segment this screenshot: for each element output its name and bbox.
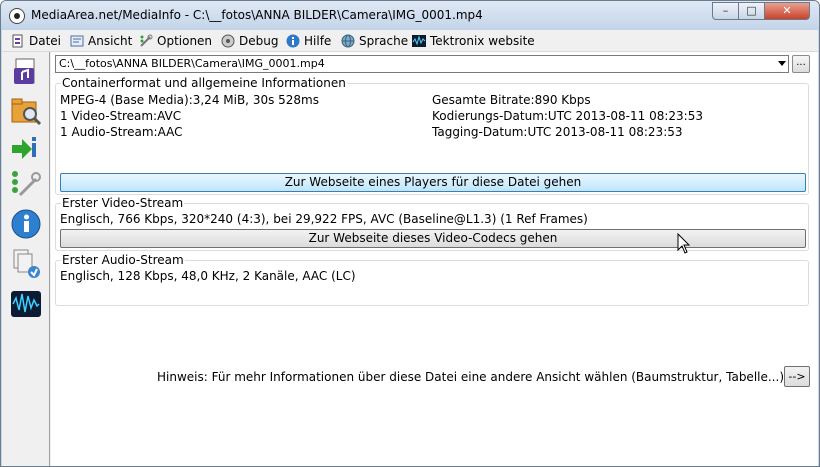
general-info-group: Containerformat und allgemeine Informati… bbox=[55, 76, 809, 195]
info-arrow-icon bbox=[12, 137, 36, 159]
menu-datei[interactable]: Datei bbox=[11, 33, 61, 49]
about-button[interactable] bbox=[10, 208, 42, 240]
video-stream-group: Erster Video-Stream Englisch, 766 Kbps, … bbox=[55, 196, 809, 251]
open-folder-icon bbox=[11, 98, 42, 126]
file-path-value: C:\__fotos\ANNA BILDER\Camera\IMG_0001.m… bbox=[59, 57, 325, 70]
menu-sprache[interactable]: Sprache bbox=[341, 33, 408, 49]
video-stream-info: Englisch, 766 Kbps, 320*240 (4:3), bei 2… bbox=[60, 212, 588, 226]
info-arrow-button[interactable] bbox=[10, 133, 42, 165]
window-title: MediaArea.net/MediaInfo - C:\__fotos\ANN… bbox=[31, 8, 483, 22]
menu-tektronix-label: Tektronix website bbox=[430, 34, 535, 48]
title-bar: MediaArea.net/MediaInfo - C:\__fotos\ANN… bbox=[1, 1, 819, 30]
dropdown-arrow-icon bbox=[778, 61, 786, 66]
menu-debug[interactable]: Debug bbox=[221, 33, 278, 49]
maximize-button[interactable]: □ bbox=[738, 2, 765, 20]
hint-text: Hinweis: Für mehr Informationen über die… bbox=[157, 370, 784, 384]
general-info-title: Containerformat und allgemeine Informati… bbox=[61, 76, 347, 90]
waveform-icon bbox=[11, 291, 41, 317]
menu-ansicht-label: Ansicht bbox=[88, 34, 133, 48]
minimize-button[interactable]: – bbox=[712, 2, 739, 20]
globe-icon bbox=[341, 34, 355, 48]
open-file-button[interactable] bbox=[10, 56, 42, 88]
export-button[interactable] bbox=[10, 248, 42, 280]
optionen-icon bbox=[139, 34, 153, 48]
cursor-arrow-icon bbox=[677, 232, 691, 254]
general-video-count: 1 Video-Stream:AVC bbox=[60, 109, 182, 123]
open-folder-button[interactable] bbox=[10, 94, 42, 126]
menu-hilfe-label: Hilfe bbox=[304, 34, 332, 48]
menu-optionen[interactable]: Optionen bbox=[139, 33, 212, 49]
export-icon bbox=[13, 249, 40, 278]
about-icon bbox=[11, 209, 41, 239]
left-toolbar bbox=[2, 52, 50, 466]
menu-debug-label: Debug bbox=[239, 34, 279, 48]
menu-bar: Datei Ansicht Optionen Debug Hilfe Sprac bbox=[2, 30, 818, 52]
main-window: MediaArea.net/MediaInfo - C:\__fotos\ANN… bbox=[0, 0, 820, 467]
open-file-icon bbox=[14, 58, 35, 84]
tree-view-icon bbox=[12, 171, 41, 197]
debug-icon bbox=[221, 34, 235, 48]
audio-stream-title: Erster Audio-Stream bbox=[61, 253, 185, 267]
audio-stream-group: Erster Audio-Stream Englisch, 128 Kbps, … bbox=[55, 253, 809, 306]
video-codec-website-button[interactable]: Zur Webseite dieses Video-Codecs gehen bbox=[60, 229, 806, 248]
mediainfo-app-icon bbox=[9, 8, 25, 24]
general-audio-count: 1 Audio-Stream:AAC bbox=[60, 125, 183, 139]
menu-optionen-label: Optionen bbox=[157, 34, 213, 48]
video-stream-title: Erster Video-Stream bbox=[61, 196, 185, 210]
ansicht-icon bbox=[70, 34, 84, 48]
client-area: C:\__fotos\ANNA BILDER\Camera\IMG_0001.m… bbox=[2, 52, 818, 466]
tektronix-icon bbox=[412, 34, 426, 48]
menu-ansicht[interactable]: Ansicht bbox=[70, 33, 132, 49]
next-view-button[interactable]: --> bbox=[784, 366, 810, 387]
tree-view-button[interactable] bbox=[10, 169, 42, 201]
file-path-dropdown[interactable]: C:\__fotos\ANNA BILDER\Camera\IMG_0001.m… bbox=[55, 55, 789, 73]
general-bitrate: Gesamte Bitrate:890 Kbps bbox=[432, 93, 591, 107]
menu-hilfe[interactable]: Hilfe bbox=[286, 33, 331, 49]
general-format-line: MPEG-4 (Base Media):3,24 MiB, 30s 528ms bbox=[60, 93, 319, 107]
general-tagged-date: Tagging-Datum:UTC 2013-08-11 08:23:53 bbox=[432, 125, 683, 139]
menu-tektronix[interactable]: Tektronix website bbox=[412, 33, 535, 49]
content-panel: C:\__fotos\ANNA BILDER\Camera\IMG_0001.m… bbox=[51, 52, 818, 466]
close-button[interactable]: ✕ bbox=[764, 2, 810, 20]
waveform-button[interactable] bbox=[10, 288, 42, 320]
menu-sprache-label: Sprache bbox=[359, 34, 409, 48]
player-website-button[interactable]: Zur Webseite eines Players für diese Dat… bbox=[60, 173, 806, 192]
datei-icon bbox=[11, 34, 25, 48]
browse-button[interactable]: ... bbox=[792, 55, 810, 73]
help-icon bbox=[286, 34, 300, 48]
audio-stream-info: Englisch, 128 Kbps, 48,0 KHz, 2 Kanäle, … bbox=[60, 269, 356, 283]
menu-datei-label: Datei bbox=[29, 34, 62, 48]
general-encoded-date: Kodierungs-Datum:UTC 2013-08-11 08:23:53 bbox=[432, 109, 703, 123]
